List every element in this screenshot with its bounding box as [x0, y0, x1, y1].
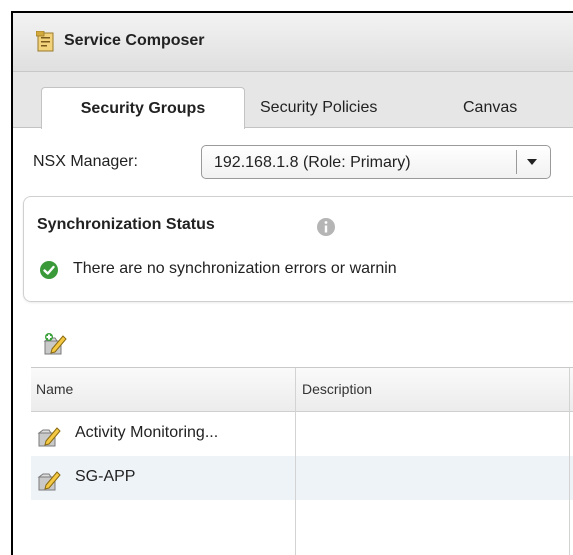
- tab-security-groups[interactable]: Security Groups: [41, 87, 245, 129]
- column-divider: [569, 368, 570, 555]
- title-bar: Service Composer: [13, 13, 573, 72]
- table-header: Name Description: [31, 368, 573, 412]
- row-name: SG-APP: [75, 468, 136, 485]
- add-security-group-icon[interactable]: [42, 332, 68, 356]
- column-divider: [295, 368, 296, 555]
- sync-status-panel: Synchronization Status There are no sync…: [23, 196, 573, 302]
- check-circle-icon: [40, 261, 58, 279]
- sync-status-message: There are no synchronization errors or w…: [73, 260, 397, 277]
- nsx-manager-select[interactable]: 192.168.1.8 (Role: Primary): [201, 145, 551, 179]
- table-row[interactable]: Activity Monitoring...: [31, 412, 573, 456]
- nsx-manager-value: 192.168.1.8 (Role: Primary): [214, 154, 411, 171]
- info-icon[interactable]: [316, 217, 336, 237]
- security-groups-table: Name Description Activity Monitoring... …: [31, 367, 573, 555]
- tab-canvas[interactable]: Canvas: [463, 87, 517, 128]
- column-header-description[interactable]: Description: [302, 381, 372, 397]
- row-name: Activity Monitoring...: [75, 424, 219, 441]
- service-composer-icon: [36, 31, 54, 52]
- service-composer-window: Service Composer Security Groups Securit…: [11, 11, 573, 555]
- tab-bar: Security Groups Security Policies Canvas: [13, 72, 573, 129]
- security-group-icon: [37, 471, 61, 491]
- security-group-icon: [37, 427, 61, 447]
- select-divider: [516, 150, 517, 174]
- tab-security-policies[interactable]: Security Policies: [260, 87, 377, 128]
- chevron-down-icon[interactable]: [521, 153, 543, 171]
- sync-status-title: Synchronization Status: [37, 216, 215, 233]
- table-row[interactable]: SG-APP: [31, 456, 573, 500]
- column-header-name[interactable]: Name: [36, 381, 73, 397]
- nsx-manager-label: NSX Manager:: [33, 153, 138, 170]
- window-title: Service Composer: [64, 32, 205, 49]
